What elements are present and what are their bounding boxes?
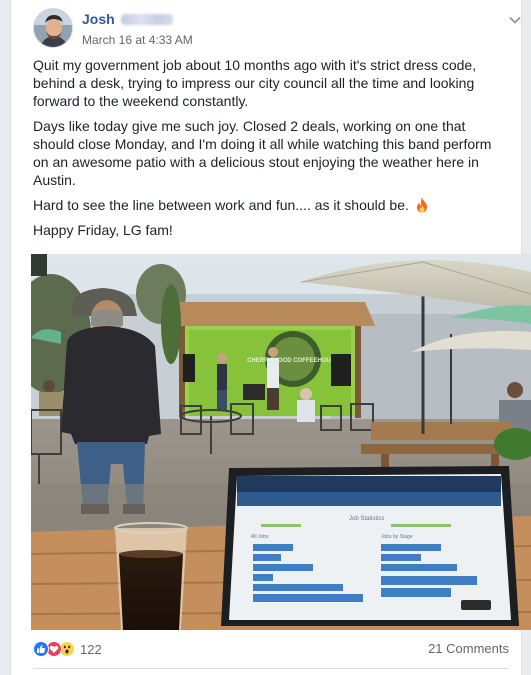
post-paragraph-3-text: Hard to see the line between work and fu… — [33, 197, 409, 213]
post-paragraph-3: Hard to see the line between work and fu… — [33, 196, 505, 214]
post-closing: Happy Friday, LG fam! — [33, 222, 173, 238]
chevron-down-icon[interactable] — [507, 12, 523, 28]
footer-divider — [33, 668, 509, 669]
blurred-surname — [120, 14, 173, 25]
laptop-screen-text-2: All Jobs — [251, 534, 269, 540]
reactions-summary[interactable]: 122 — [33, 640, 102, 658]
author-name[interactable]: Josh — [82, 11, 173, 27]
author-avatar[interactable] — [33, 8, 73, 48]
post-footer: 122 21 Comments — [33, 640, 509, 660]
laptop-screen-text-1: Job Statistics — [349, 516, 384, 522]
post-card: Josh March 16 at 4:33 AM Quit my governm… — [10, 0, 531, 675]
post-header: Josh March 16 at 4:33 AM — [33, 8, 521, 50]
reaction-count[interactable]: 122 — [80, 642, 102, 657]
fire-icon — [415, 197, 429, 213]
post-photo[interactable]: CHERRYWOOD COFFEEHOUSE Job Statistics Al… — [31, 254, 531, 630]
post-paragraph-2: Days like today give me such joy. Closed… — [33, 118, 492, 188]
comments-count[interactable]: 21 Comments — [428, 641, 509, 656]
post-body: Quit my government job about 10 months a… — [33, 56, 505, 246]
post-paragraph-1: Quit my government job about 10 months a… — [33, 57, 477, 109]
patio-scene: CHERRYWOOD COFFEEHOUSE Job Statistics Al… — [31, 254, 531, 630]
stage-sign-text: CHERRYWOOD COFFEEHOUSE — [247, 358, 339, 364]
post-timestamp[interactable]: March 16 at 4:33 AM — [82, 33, 193, 47]
like-icon — [33, 641, 49, 657]
laptop-screen-text-3: Jobs by Stage — [381, 534, 413, 540]
author-first-name[interactable]: Josh — [82, 11, 115, 27]
